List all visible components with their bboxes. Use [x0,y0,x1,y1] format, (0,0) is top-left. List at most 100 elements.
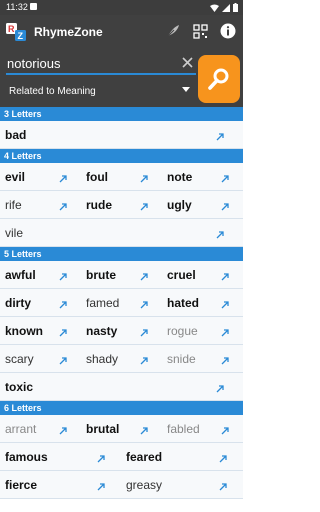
result-word-item[interactable]: known [0,317,81,345]
result-word-item[interactable]: brutal [81,415,162,443]
result-word: famous [5,450,48,464]
result-word-item[interactable]: bad [0,121,243,149]
open-link-arrow-icon[interactable] [96,481,106,491]
open-link-arrow-icon[interactable] [58,299,68,309]
rhymezone-logo: R Z [6,23,26,41]
result-word-item[interactable]: nasty [81,317,162,345]
result-word: toxic [5,380,34,394]
result-word-item[interactable]: rife [0,191,81,219]
search-button[interactable] [198,55,240,103]
result-word-item[interactable]: fabled [162,415,243,443]
result-word-item[interactable]: snide [162,345,243,373]
result-word: rife [5,198,22,212]
result-word: scary [5,352,34,366]
result-word-item[interactable]: greasy [121,471,243,499]
result-word-item[interactable]: brute [81,261,162,289]
results-list: 3 Letters bad 4 Letters evil foul note rife rud… [0,107,243,512]
open-link-arrow-icon[interactable] [139,299,149,309]
result-word-item[interactable]: cruel [162,261,243,289]
feather-icon[interactable] [163,21,183,41]
wifi-icon [210,4,219,12]
section-header: 5 Letters [0,247,243,261]
open-link-arrow-icon[interactable] [139,271,149,281]
result-word-item[interactable]: foul [81,163,162,191]
result-word-item[interactable]: ugly [162,191,243,219]
result-word-item[interactable]: rude [81,191,162,219]
result-word: greasy [126,478,163,492]
result-word: fabled [167,422,200,436]
result-word-item[interactable]: rogue [162,317,243,345]
open-link-arrow-icon[interactable] [58,327,68,337]
result-word-item[interactable]: vile [0,219,243,247]
result-word-item[interactable]: arrant [0,415,81,443]
result-row: fierce greasy [0,471,243,499]
result-row: arrant brutal fabled [0,415,243,443]
open-link-arrow-icon[interactable] [215,131,225,141]
result-word-item[interactable]: famous [0,443,121,471]
svg-text:Z: Z [18,31,24,41]
result-word: ugly [167,198,192,212]
result-word: rude [86,198,113,212]
open-link-arrow-icon[interactable] [218,481,228,491]
result-word-item[interactable]: fierce [0,471,121,499]
open-link-arrow-icon[interactable] [220,327,230,337]
open-link-arrow-icon[interactable] [220,425,230,435]
open-link-arrow-icon[interactable] [58,173,68,183]
result-row: scary shady snide [0,345,243,373]
open-link-arrow-icon[interactable] [220,173,230,183]
result-word-item[interactable]: scary [0,345,81,373]
open-link-arrow-icon[interactable] [220,299,230,309]
search-icon [208,68,229,90]
open-link-arrow-icon[interactable] [220,201,230,211]
section-header: 4 Letters [0,149,243,163]
status-bar: 11:32 [0,0,243,15]
result-word-item[interactable]: note [162,163,243,191]
result-row: toxic [0,373,243,401]
result-word-item[interactable]: hated [162,289,243,317]
result-word: arrant [5,422,37,436]
open-link-arrow-icon[interactable] [58,201,68,211]
svg-text:R: R [8,24,15,34]
result-word-item[interactable]: famed [81,289,162,317]
open-link-arrow-icon[interactable] [220,271,230,281]
search-input[interactable] [6,53,196,75]
open-link-arrow-icon[interactable] [58,425,68,435]
result-word: snide [167,352,196,366]
result-word: evil [5,170,26,184]
result-word-item[interactable]: evil [0,163,81,191]
result-word: vile [5,226,24,240]
open-link-arrow-icon[interactable] [58,355,68,365]
open-link-arrow-icon[interactable] [218,453,228,463]
open-link-arrow-icon[interactable] [139,173,149,183]
open-link-arrow-icon[interactable] [220,355,230,365]
search-mode-dropdown[interactable]: Related to Meaning [6,80,196,102]
open-link-arrow-icon[interactable] [139,327,149,337]
info-icon[interactable] [218,21,238,41]
result-word: shady [86,352,119,366]
result-word-item[interactable]: toxic [0,373,243,401]
status-time: 11:32 [6,2,28,12]
result-word-item[interactable]: shady [81,345,162,373]
open-link-arrow-icon[interactable] [96,453,106,463]
result-word-item[interactable]: dirty [0,289,81,317]
open-link-arrow-icon[interactable] [139,355,149,365]
section-header: 3 Letters [0,107,243,121]
result-row: awful brute cruel [0,261,243,289]
result-word: brutal [86,422,120,436]
result-word: brute [86,268,116,282]
open-link-arrow-icon[interactable] [139,201,149,211]
qr-code-icon[interactable] [190,21,210,41]
result-word: nasty [86,324,118,338]
open-link-arrow-icon[interactable] [139,425,149,435]
open-link-arrow-icon[interactable] [215,229,225,239]
result-word-item[interactable]: feared [121,443,243,471]
result-word-item[interactable]: awful [0,261,81,289]
result-word: famed [86,296,120,310]
notification-icon [30,3,37,10]
clear-icon[interactable] [180,54,194,70]
app-title: RhymeZone [34,25,103,39]
result-row: famous feared [0,443,243,471]
open-link-arrow-icon[interactable] [58,271,68,281]
open-link-arrow-icon[interactable] [215,383,225,393]
result-word: rogue [167,324,198,338]
